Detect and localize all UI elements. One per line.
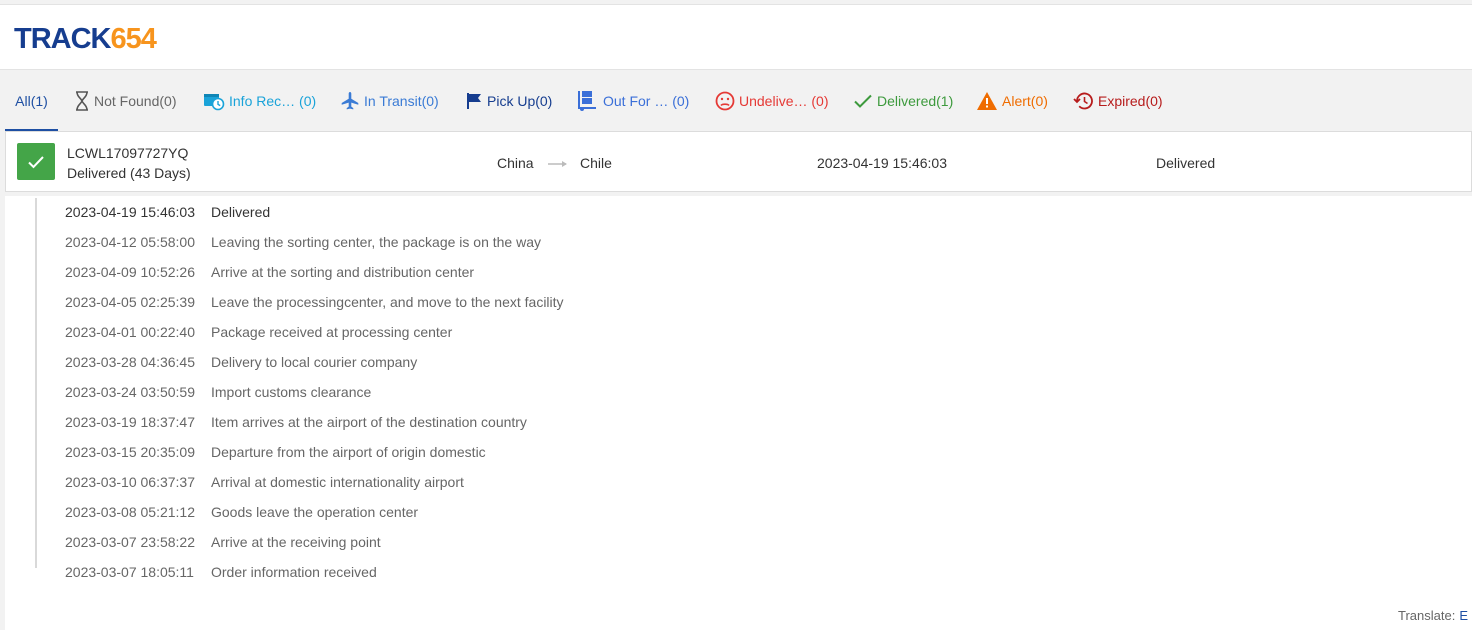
timeline-event: 2023-03-28 04:36:45 Delivery to local cou…	[65, 354, 417, 374]
tab-all[interactable]: All(1)	[5, 70, 58, 131]
tab-delivered[interactable]: Delivered(1)	[853, 70, 953, 131]
timeline-event: 2023-03-10 06:37:37 Arrival at domestic i…	[65, 474, 464, 494]
event-description: Item arrives at the airport of the desti…	[211, 414, 527, 430]
origin-country: China	[497, 155, 534, 171]
event-description: Arrive at the receiving point	[211, 534, 381, 550]
checkmark-icon	[853, 91, 873, 111]
tab-pick-up-label: Pick Up(0)	[487, 92, 553, 109]
event-description: Leave the processingcenter, and move to …	[211, 294, 564, 310]
event-date: 2023-03-15 20:35:09	[65, 444, 195, 460]
delivery-duration: Delivered (43 Days)	[67, 165, 191, 181]
last-status: Delivered	[1156, 155, 1216, 171]
tracking-number[interactable]: LCWL17097727YQ	[67, 145, 188, 161]
status-tabs: All(1) Not Found(0) Info Rec… (0) In Tra…	[0, 70, 1472, 131]
tab-info-received[interactable]: Info Rec… (0)	[203, 70, 316, 131]
event-description: Package received at processing center	[211, 324, 453, 340]
tab-alert[interactable]: Alert(0)	[976, 70, 1048, 131]
timeline-event: 2023-03-08 05:21:12 Goods leave the opera…	[65, 504, 418, 524]
logo[interactable]: TRACK654	[14, 22, 157, 56]
timeline-event: 2023-03-07 18:05:11 Order information rec…	[65, 564, 377, 584]
event-date: 2023-04-09 10:52:26	[65, 264, 195, 280]
event-date: 2023-03-19 18:37:47	[65, 414, 195, 430]
hourglass-icon	[74, 90, 90, 111]
event-description: Goods leave the operation center	[211, 504, 419, 520]
tracking-events: 2023-04-19 15:46:03 Delivered 2023-04-12 0…	[5, 196, 1472, 630]
translate-button[interactable]: E	[1459, 608, 1468, 623]
logo-part1: TRACK	[14, 23, 111, 55]
event-description: Leaving the sorting center, the package …	[211, 234, 541, 250]
tab-undelivered-label: Undelive… (0)	[739, 92, 829, 109]
timeline-event: 2023-03-24 03:50:59 Import customs cleara…	[65, 384, 371, 404]
event-date: 2023-03-07 23:58:22	[65, 534, 195, 550]
out-for-delivery-icon	[577, 90, 599, 112]
timeline-event: 2023-03-19 18:37:47 Item arrives at the a…	[65, 414, 527, 434]
delivered-status-icon	[17, 143, 55, 180]
event-date: 2023-04-01 00:22:40	[65, 324, 195, 340]
tab-not-found-label: Not Found(0)	[94, 92, 177, 109]
tab-delivered-label: Delivered(1)	[877, 92, 954, 109]
sad-face-icon	[715, 91, 735, 111]
event-description: Delivered	[211, 204, 271, 220]
info-received-icon	[203, 91, 225, 111]
last-update-time: 2023-04-19 15:46:03	[817, 155, 947, 171]
tab-pick-up[interactable]: Pick Up(0)	[465, 70, 552, 131]
tab-expired[interactable]: Expired(0)	[1072, 70, 1163, 131]
event-description: Delivery to local courier company	[211, 354, 418, 370]
timeline-event: 2023-04-01 00:22:40 Package received at p…	[65, 324, 452, 344]
destination-country: Chile	[580, 155, 612, 171]
timeline-event: 2023-03-07 23:58:22 Arrive at the receivi…	[65, 534, 381, 554]
shipment-card[interactable]: LCWL17097727YQ Delivered (43 Days) China…	[5, 131, 1472, 192]
timeline-event: 2023-04-05 02:25:39 Leave the processingc…	[65, 294, 564, 314]
airplane-icon	[340, 91, 360, 111]
site-header: TRACK654	[0, 4, 1472, 70]
event-date: 2023-03-28 04:36:45	[65, 354, 195, 370]
timeline-event: 2023-04-09 10:52:26 Arrive at the sorting…	[65, 264, 474, 284]
event-description: Arrival at domestic internationality air…	[211, 474, 464, 490]
tab-all-label: All(1)	[15, 92, 48, 109]
warning-icon	[976, 91, 998, 111]
logo-part2: 654	[110, 23, 157, 55]
tab-in-transit[interactable]: In Transit(0)	[340, 70, 439, 131]
tab-in-transit-label: In Transit(0)	[364, 92, 439, 109]
translate-label: Translate:	[1398, 608, 1456, 623]
event-date: 2023-03-08 05:21:12	[65, 504, 195, 520]
flag-icon	[465, 91, 483, 111]
tab-undelivered[interactable]: Undelive… (0)	[715, 70, 828, 131]
event-date: 2023-04-19 15:46:03	[65, 204, 195, 220]
event-description: Arrive at the sorting and distribution c…	[211, 264, 475, 280]
timeline-event: 2023-03-15 20:35:09 Departure from the ai…	[65, 444, 486, 464]
tab-expired-label: Expired(0)	[1098, 92, 1163, 109]
event-description: Departure from the airport of origin dom…	[211, 444, 486, 460]
event-description: Import customs clearance	[211, 384, 372, 400]
tab-info-received-label: Info Rec… (0)	[229, 92, 317, 109]
event-date: 2023-03-07 18:05:11	[65, 564, 194, 580]
timeline-event: 2023-04-12 05:58:00 Leaving the sorting c…	[65, 234, 541, 254]
tab-not-found[interactable]: Not Found(0)	[74, 70, 176, 131]
route-arrow-icon	[547, 156, 571, 172]
event-date: 2023-03-24 03:50:59	[65, 384, 195, 400]
translate-control: Translate: E	[1398, 608, 1468, 623]
event-date: 2023-04-05 02:25:39	[65, 294, 195, 310]
timeline-line	[35, 198, 37, 568]
tab-alert-label: Alert(0)	[1002, 92, 1048, 109]
event-date: 2023-04-12 05:58:00	[65, 234, 195, 250]
tab-out-for-delivery-label: Out For … (0)	[603, 92, 690, 109]
timeline-event: 2023-04-19 15:46:03 Delivered	[65, 204, 270, 224]
event-description: Order information received	[211, 564, 377, 580]
tab-out-for-delivery[interactable]: Out For … (0)	[577, 70, 689, 131]
history-icon	[1072, 91, 1094, 111]
event-date: 2023-03-10 06:37:37	[65, 474, 195, 490]
